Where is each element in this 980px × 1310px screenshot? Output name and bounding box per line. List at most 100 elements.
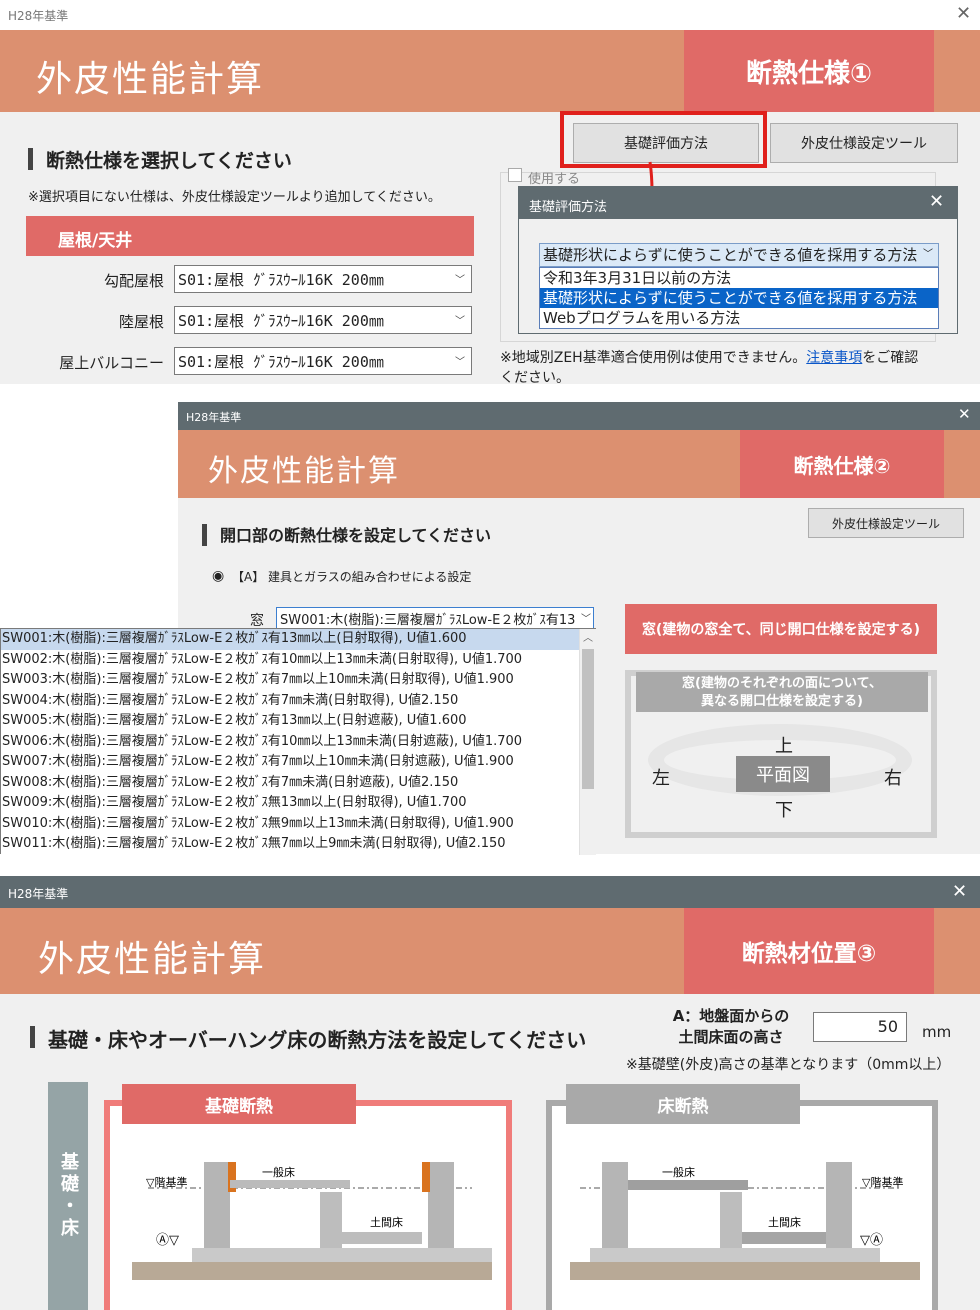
roof-balcony-select[interactable]: S01:屋根 ｸﾞﾗｽｳｰﾙ16K 200㎜ ﹀: [174, 347, 472, 375]
method-option[interactable]: 令和3年3月31日以前の方法: [540, 268, 938, 288]
list-item[interactable]: SW007:木(樹脂):三層複層ｶﾞﾗｽLow-E２枚ｶﾞｽ有7㎜以上10㎜未満…: [1, 752, 579, 773]
close-icon[interactable]: ✕: [929, 193, 944, 211]
dialog-title: 基礎評価方法: [529, 200, 608, 215]
radio-label: 【A】 建具とガラスの組み合わせによる設定: [232, 570, 472, 584]
section-badge: 断熱仕様①: [684, 30, 934, 112]
scrollbar[interactable]: ︿: [579, 629, 596, 855]
note-text: ※選択項目にない仕様は、外皮仕様設定ツールより追加してください。: [28, 190, 441, 205]
window-title: H28年基準: [186, 411, 242, 424]
zeh-note: ※地域別ZEH基準適合使用例は使用できません。注意事項をご確認 ください。: [500, 348, 970, 384]
zeh-note-text-2: をご確認: [862, 350, 919, 366]
kiso-a-mark: Ⓐ▽: [156, 1233, 179, 1248]
scroll-up-icon[interactable]: ︿: [583, 629, 593, 644]
plan-left-label[interactable]: 左: [652, 764, 670, 790]
kiso-diagram: ▽階基準 一般床 土間床 Ⓐ▽: [132, 1162, 492, 1280]
floor-floor-label: ▽階基準: [862, 1175, 903, 1189]
flat-roof-select[interactable]: S01:屋根 ｸﾞﾗｽｳｰﾙ16K 200㎜ ﹀: [174, 306, 472, 334]
select-value: S01:屋根 ｸﾞﾗｽｳｰﾙ16K 200㎜: [178, 352, 384, 371]
window-1: H28年基準 ✕ 外皮性能計算 断熱仕様① 断熱仕様を選択してください ※選択項…: [0, 0, 980, 384]
section-badge: 断熱材位置③: [684, 908, 934, 994]
a-label-1: A：地盤面からの: [672, 1007, 790, 1025]
floor-card-title: 床断熱: [566, 1084, 800, 1124]
plan-top-label[interactable]: 上: [775, 732, 793, 758]
list-item[interactable]: SW009:木(樹脂):三層複層ｶﾞﾗｽLow-E２枚ｶﾞｽ無13㎜以上(日射取…: [1, 793, 579, 814]
kiso-floor-label: ▽階基準: [146, 1175, 187, 1189]
floor-doma-label: 土間床: [768, 1215, 801, 1229]
plan-bottom-label[interactable]: 下: [775, 796, 793, 822]
envelope-tool-button[interactable]: 外皮仕様設定ツール: [808, 508, 964, 538]
kiso-doma-label: 土間床: [370, 1215, 403, 1229]
plan-right-label[interactable]: 右: [884, 764, 902, 790]
a-unit: mm: [922, 1023, 952, 1041]
title-bar: H28年基準 ✕: [178, 402, 980, 430]
all-windows-button[interactable]: 窓(建物の窓全て、同じ開口仕様を設定する): [625, 604, 937, 654]
radio-selected-icon[interactable]: ◉: [212, 568, 224, 584]
kiso-card-title: 基礎断熱: [122, 1084, 356, 1124]
chevron-down-icon: ﹀: [581, 613, 591, 625]
plan-center-button[interactable]: 平面図: [736, 756, 830, 792]
list-item[interactable]: SW002:木(樹脂):三層複層ｶﾞﾗｽLow-E２枚ｶﾞｽ有10㎜以上13㎜未…: [1, 650, 579, 671]
app-title: 外皮性能計算: [208, 454, 400, 489]
app-title: 外皮性能計算: [38, 939, 267, 980]
scrollbar-thumb[interactable]: [582, 649, 594, 789]
each-side-title: 窓(建物のそれぞれの面について、 異なる開口仕様を設定する): [636, 672, 928, 712]
chevron-down-icon: ﹀: [923, 249, 933, 260]
window-3: H28年基準 ✕ 外皮性能計算 断熱材位置③ 基礎・床やオーバーハング床の断熱方…: [0, 876, 980, 1310]
zeh-note-text-3: ください。: [500, 370, 570, 384]
method-option[interactable]: Webプログラムを用いる方法: [540, 308, 938, 328]
page-heading: 開口部の断熱仕様を設定してください: [202, 522, 491, 546]
list-item[interactable]: SW004:木(樹脂):三層複層ｶﾞﾗｽLow-E２枚ｶﾞｽ有7㎜未満(日射取得…: [1, 691, 579, 712]
app-title: 外皮性能計算: [36, 59, 265, 100]
section-header: 屋根/天井: [26, 216, 474, 256]
side-label-text: 基礎・床: [58, 1152, 79, 1240]
chevron-down-icon: ﹀: [455, 274, 465, 286]
floor-general-label: 一般床: [662, 1165, 695, 1179]
close-icon[interactable]: ✕: [956, 5, 971, 23]
kiso-general-label: 一般床: [262, 1165, 295, 1179]
row-label-kobai: 勾配屋根: [103, 272, 164, 290]
kiso-dialog: 基礎評価方法 ✕ 基礎形状によらずに使うことができる値を採用する方法 ﹀ 令和3…: [518, 186, 958, 334]
window-title: H28年基準: [8, 887, 69, 901]
zeh-note-text: ※地域別ZEH基準適合使用例は使用できません。: [500, 350, 807, 366]
caution-link[interactable]: 注意事項: [806, 350, 862, 366]
spec-list-items: SW001:木(樹脂):三層複層ｶﾞﾗｽLow-E２枚ｶﾞｽ有13㎜以上(日射取…: [1, 629, 579, 855]
list-item[interactable]: SW010:木(樹脂):三層複層ｶﾞﾗｽLow-E２枚ｶﾞｽ無9㎜以上13㎜未満…: [1, 814, 579, 835]
row-label-balcony: 屋上バルコニー: [59, 354, 164, 372]
select-value: S01:屋根 ｸﾞﾗｽｳｰﾙ16K 200㎜: [178, 311, 384, 330]
a-note: ※基礎壁(外皮)高さの基準となります（0mm以上）: [626, 1057, 951, 1073]
a-label: A：地盤面からの 土間床面の高さ: [656, 1006, 806, 1048]
combobox-value: 基礎形状によらずに使うことができる値を採用する方法: [543, 246, 918, 264]
title-bar: H28年基準 ✕: [0, 876, 980, 908]
close-icon[interactable]: ✕: [958, 407, 971, 422]
select-value: SW001:木(樹脂):三層複層ｶﾞﾗｽLow-E２枚ｶﾞｽ有13: [280, 612, 576, 628]
row-label-roku: 陸屋根: [118, 313, 164, 331]
page-heading: 基礎・床やオーバーハング床の断熱方法を設定してください: [30, 1024, 586, 1053]
list-item[interactable]: SW011:木(樹脂):三層複層ｶﾞﾗｽLow-E２枚ｶﾞｽ無7㎜以上9㎜未満(…: [1, 834, 579, 855]
use-checkbox-label: 使用する: [528, 172, 581, 187]
list-item[interactable]: SW005:木(樹脂):三層複層ｶﾞﾗｽLow-E２枚ｶﾞｽ有13㎜以上(日射遮…: [1, 711, 579, 732]
list-item-selected[interactable]: SW001:木(樹脂):三層複層ｶﾞﾗｽLow-E２枚ｶﾞｽ有13㎜以上(日射取…: [1, 629, 579, 650]
a-label-2: 土間床面の高さ: [678, 1028, 784, 1046]
list-item[interactable]: SW008:木(樹脂):三層複層ｶﾞﾗｽLow-E２枚ｶﾞｽ有7㎜未満(日射遮蔽…: [1, 773, 579, 794]
each-side-title-2: 異なる開口仕様を設定する): [701, 694, 863, 709]
method-dropdown-list: 令和3年3月31日以前の方法 基礎形状によらずに使うことができる値を採用する方法…: [539, 267, 939, 329]
method-combobox[interactable]: 基礎形状によらずに使うことができる値を採用する方法 ﹀: [539, 243, 939, 267]
window-label: 窓: [250, 613, 264, 629]
envelope-tool-button[interactable]: 外皮仕様設定ツール: [770, 123, 958, 163]
method-option-selected[interactable]: 基礎形状によらずに使うことができる値を採用する方法: [540, 288, 938, 308]
chevron-down-icon: ﹀: [455, 315, 465, 327]
a-height-input[interactable]: 50: [813, 1012, 907, 1042]
roof-slope-select[interactable]: S01:屋根 ｸﾞﾗｽｳｰﾙ16K 200㎜ ﹀: [174, 265, 472, 293]
window-spec-select[interactable]: SW001:木(樹脂):三層複層ｶﾞﾗｽLow-E２枚ｶﾞｽ有13 ﹀: [276, 607, 594, 629]
list-item[interactable]: SW006:木(樹脂):三層複層ｶﾞﾗｽLow-E２枚ｶﾞｽ有10㎜以上13㎜未…: [1, 732, 579, 753]
page-heading: 断熱仕様を選択してください: [28, 146, 292, 173]
each-side-title-1: 窓(建物のそれぞれの面について、: [682, 676, 882, 691]
dialog-title-bar: 基礎評価方法 ✕: [519, 187, 957, 219]
section-badge: 断熱仕様②: [740, 430, 944, 498]
use-checkbox[interactable]: [508, 168, 522, 182]
close-icon[interactable]: ✕: [952, 883, 967, 901]
floor-a-mark: ▽Ⓐ: [860, 1233, 883, 1248]
title-bar: H28年基準 ✕: [0, 0, 980, 30]
list-item[interactable]: SW003:木(樹脂):三層複層ｶﾞﾗｽLow-E２枚ｶﾞｽ有7㎜以上10㎜未満…: [1, 670, 579, 691]
side-label: 基礎・床: [48, 1082, 88, 1310]
